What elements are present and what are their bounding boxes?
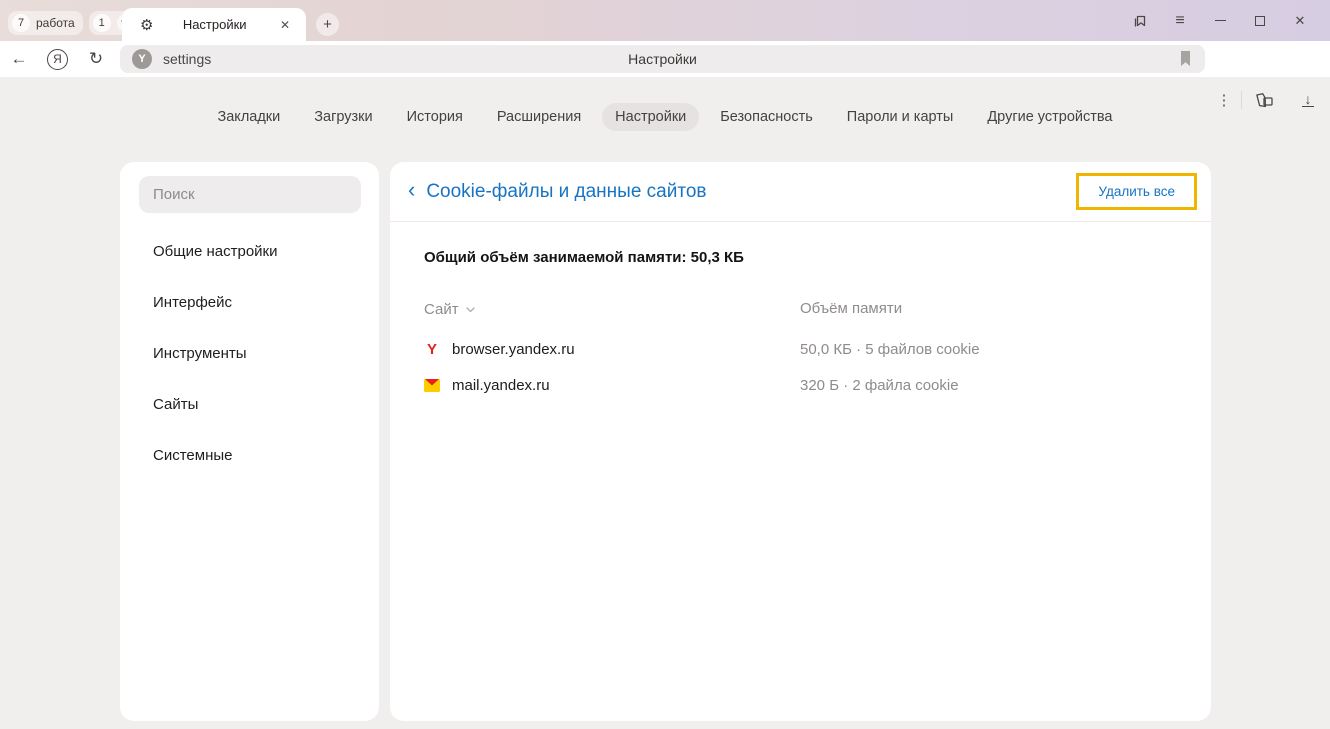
tab-panel-icon[interactable] — [1120, 0, 1160, 41]
settings-sidebar: Общие настройки Интерфейс Инструменты Са… — [120, 162, 379, 721]
tab-settings[interactable]: ⚙ Настройки ✕ — [122, 8, 306, 41]
nav-security[interactable]: Безопасность — [707, 103, 826, 131]
sidebar-sections: Общие настройки Интерфейс Инструменты Са… — [120, 234, 379, 474]
nav-downloads[interactable]: Загрузки — [301, 103, 385, 131]
yandex-mail-favicon — [424, 379, 440, 392]
nav-passwords[interactable]: Пароли и карты — [834, 103, 967, 131]
sort-chevron-icon[interactable] — [466, 300, 475, 318]
sidebar-item-interface[interactable]: Интерфейс — [120, 285, 379, 321]
nav-bookmarks[interactable]: Закладки — [204, 103, 293, 131]
sidebar-item-system[interactable]: Системные — [120, 438, 379, 474]
sidebar-item-sites[interactable]: Сайты — [120, 387, 379, 423]
nav-other-devices[interactable]: Другие устройства — [974, 103, 1125, 131]
menu-icon[interactable]: ≡ — [1160, 0, 1200, 41]
protect-icon[interactable]: Y — [132, 49, 152, 69]
tab-close-icon[interactable]: ✕ — [276, 16, 294, 34]
address-bar-page-title: Настройки — [120, 51, 1205, 67]
page-title: Cookie-файлы и данные сайтов — [426, 181, 1076, 203]
address-bar[interactable]: Y settings Настройки — [120, 45, 1205, 73]
total-memory-summary: Общий объём занимаемой памяти: 50,3 КБ — [424, 249, 1191, 266]
back-chevron-icon[interactable]: ‹ — [404, 180, 419, 200]
table-row[interactable]: mail.yandex.ru 320 Б · 2 файла cookie — [424, 367, 1191, 403]
sidebar-item-general[interactable]: Общие настройки — [120, 234, 379, 270]
site-list: Y browser.yandex.ru 50,0 КБ · 5 файлов c… — [424, 331, 1191, 403]
new-tab-button[interactable]: + — [316, 13, 339, 36]
delete-all-button[interactable]: Удалить все — [1079, 176, 1194, 207]
table-row[interactable]: Y browser.yandex.ru 50,0 КБ · 5 файлов c… — [424, 331, 1191, 367]
yandex-browser-favicon: Y — [424, 341, 440, 357]
sidebar-item-tools[interactable]: Инструменты — [120, 336, 379, 372]
settings-nav: Закладки Загрузки История Расширения Нас… — [0, 103, 1330, 131]
column-site[interactable]: Сайт — [424, 301, 459, 318]
site-size: 320 Б · 2 файла cookie — [800, 377, 1191, 394]
reload-icon[interactable]: ↻ — [77, 49, 115, 69]
maximize-button[interactable] — [1240, 0, 1280, 41]
bookmark-icon[interactable] — [1178, 50, 1193, 72]
title-bar: 7 работа 1 ⚙ Настройки ✕ + ≡ — [0, 0, 1330, 41]
browser-toolbar: ← Я ↻ Y settings Настройки ⋮ ↓ — [0, 41, 1330, 77]
nav-extensions[interactable]: Расширения — [484, 103, 594, 131]
tab-group-active-badge: 1 — [93, 14, 111, 32]
panel-header: ‹ Cookie-файлы и данные сайтов Удалить в… — [390, 162, 1211, 221]
minimize-button[interactable] — [1200, 0, 1240, 41]
gear-icon: ⚙ — [140, 16, 153, 34]
highlight-frame: Удалить все — [1076, 173, 1197, 210]
panel-body: Общий объём занимаемой памяти: 50,3 КБ С… — [390, 222, 1211, 403]
site-size: 50,0 КБ · 5 файлов cookie — [800, 341, 1191, 358]
nav-settings[interactable]: Настройки — [602, 103, 699, 131]
tab-title: Настройки — [153, 17, 275, 32]
url-text: settings — [163, 51, 211, 67]
back-icon[interactable]: ← — [0, 49, 38, 69]
cookies-panel: ‹ Cookie-файлы и данные сайтов Удалить в… — [390, 162, 1211, 721]
search-input[interactable] — [139, 176, 361, 213]
tab-group-label: работа — [36, 16, 75, 30]
yandex-logo-icon[interactable]: Я — [47, 49, 68, 70]
tab-group-work[interactable]: 7 работа — [8, 11, 83, 35]
yandex-browser-window: 7 работа 1 ⚙ Настройки ✕ + ≡ — [0, 0, 1330, 729]
tab-group-count-badge: 7 — [12, 14, 30, 32]
close-window-button[interactable]: ✕ — [1280, 0, 1320, 41]
table-header: Сайт Объём памяти — [424, 300, 1191, 318]
window-controls: ≡ ✕ — [1120, 0, 1320, 41]
column-size: Объём памяти — [800, 300, 902, 317]
site-name: mail.yandex.ru — [452, 377, 550, 394]
site-name: browser.yandex.ru — [452, 341, 575, 358]
nav-history[interactable]: История — [394, 103, 476, 131]
